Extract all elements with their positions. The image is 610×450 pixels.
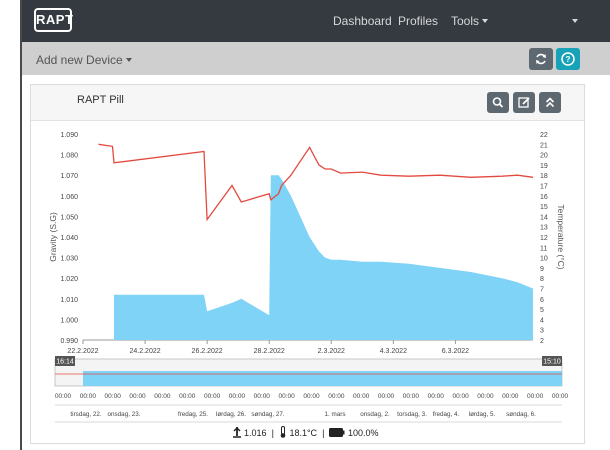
y-tick-label: 1.070 [60, 173, 78, 180]
navigator-time-label: 00:00 [105, 393, 122, 400]
y2-tick-label: 6 [540, 297, 544, 304]
navigator-day-label: fredag, 4. [433, 411, 460, 418]
y-tick-label: 1.040 [60, 235, 78, 242]
y2-tick-label: 21 [540, 142, 548, 149]
y2-tick-label: 18 [540, 173, 548, 180]
y2-tick-label: 13 [540, 225, 548, 232]
navigator-time-label: 00:00 [303, 393, 320, 400]
y2-tick-label: 5 [540, 307, 544, 314]
navigator-day-label: søndag, 6. [506, 411, 536, 418]
navigator-time-label: 00:00 [477, 393, 494, 400]
navigator-time-label: 00:00 [527, 393, 544, 400]
navigator-time-label: 00:00 [452, 393, 469, 400]
navigator-time-label: 00:00 [502, 393, 519, 400]
navigator-day-label: tirsdag, 22. [70, 411, 101, 418]
y2-tick-label: 17 [540, 184, 548, 191]
navigator-time-label: 00:00 [229, 393, 246, 400]
y2-tick-label: 10 [540, 256, 548, 263]
gravity-value: 1.016 [244, 428, 267, 438]
separator: | [319, 428, 327, 438]
y2-tick-label: 8 [540, 276, 544, 283]
navigator-time-label: 00:00 [204, 393, 221, 400]
x-tick-label: 24.2.2022 [129, 348, 160, 355]
navigator-time-label: 00:00 [353, 393, 370, 400]
y2-tick-label: 12 [540, 235, 548, 242]
navigator-time-label: 00:00 [129, 393, 146, 400]
y-tick-label: 1.080 [60, 153, 78, 160]
y2-tick-label: 9 [540, 266, 544, 273]
y2-tick-label: 16 [540, 194, 548, 201]
y-axis-title: Gravity (S.G) [48, 212, 58, 262]
y-tick-label: 1.060 [60, 194, 78, 201]
x-tick-label: 4.3.2022 [380, 348, 407, 355]
x-tick-label: 2.3.2022 [318, 348, 345, 355]
temperature-value: 18.1°C [289, 428, 318, 438]
thermometer-icon [279, 426, 287, 440]
navigator-day-label: lørdag, 26. [216, 411, 246, 418]
x-tick-label: 6.3.2022 [442, 348, 469, 355]
y2-axis-title: Temperature (°C) [556, 204, 566, 269]
navigator-time-label: 00:00 [254, 393, 271, 400]
y-tick-label: 0.990 [60, 338, 78, 345]
navigator-time-label: 00:00 [55, 393, 72, 400]
navigator-time-label: 00:00 [552, 393, 569, 400]
navigator-time-label: 00:00 [428, 393, 445, 400]
separator: | [269, 428, 277, 438]
navigator-day-label: lørdag, 5. [469, 411, 496, 418]
battery-icon [329, 427, 345, 439]
navigator-day-label: torsdag, 3. [397, 411, 427, 418]
y2-tick-label: 15 [540, 204, 548, 211]
navigator-end-label: 15:10 [543, 359, 561, 366]
navigator-day-label: fredag, 25. [178, 411, 208, 418]
y2-tick-label: 7 [540, 287, 544, 294]
status-bar: 1.016 | 18.1°C | 100.0% [0, 426, 610, 440]
navigator-start-label: 16:14 [56, 359, 74, 366]
navigator-time-label: 00:00 [328, 393, 345, 400]
navigator-day-label: onsdag, 2. [360, 411, 390, 418]
navigator-time-label: 00:00 [378, 393, 395, 400]
y2-tick-label: 11 [540, 245, 547, 252]
navigator-day-label: søndag, 27. [251, 411, 285, 418]
x-tick-label: 26.2.2022 [192, 348, 223, 355]
navigator-time-label: 00:00 [279, 393, 296, 400]
y2-tick-label: 20 [540, 153, 548, 160]
navigator-day-label: onsdag, 23. [108, 411, 141, 418]
navigator-day-label: 1. mars [325, 411, 346, 418]
x-tick-label: 28.2.2022 [254, 348, 285, 355]
navigator-time-label: 00:00 [403, 393, 420, 400]
y-tick-label: 1.090 [60, 132, 78, 139]
hydrometer-icon [232, 426, 242, 440]
fermentation-chart[interactable]: 1.090 1.080 1.070 1.060 1.050 1.040 1.030 1.020… [0, 0, 610, 450]
y-tick-label: 1.010 [60, 297, 78, 304]
navigator-time-label: 00:00 [154, 393, 171, 400]
y-tick-label: 1.050 [60, 214, 78, 221]
y-tick-label: 1.030 [60, 256, 78, 263]
y2-tick-label: 19 [540, 163, 548, 170]
y2-tick-label: 2 [540, 338, 544, 345]
navigator-time-label: 00:00 [179, 393, 196, 400]
x-tick-label: 22.2.2022 [67, 348, 98, 355]
navigator-time-label: 00:00 [80, 393, 97, 400]
y2-tick-label: 3 [540, 328, 544, 335]
y-tick-label: 1.020 [60, 276, 78, 283]
navigator-series [83, 371, 562, 386]
y-tick-label: 1.000 [60, 317, 78, 324]
y2-tick-label: 22 [540, 132, 548, 139]
y2-tick-label: 4 [540, 317, 544, 324]
y2-tick-label: 14 [540, 214, 548, 221]
battery-value: 100.0% [347, 428, 379, 438]
